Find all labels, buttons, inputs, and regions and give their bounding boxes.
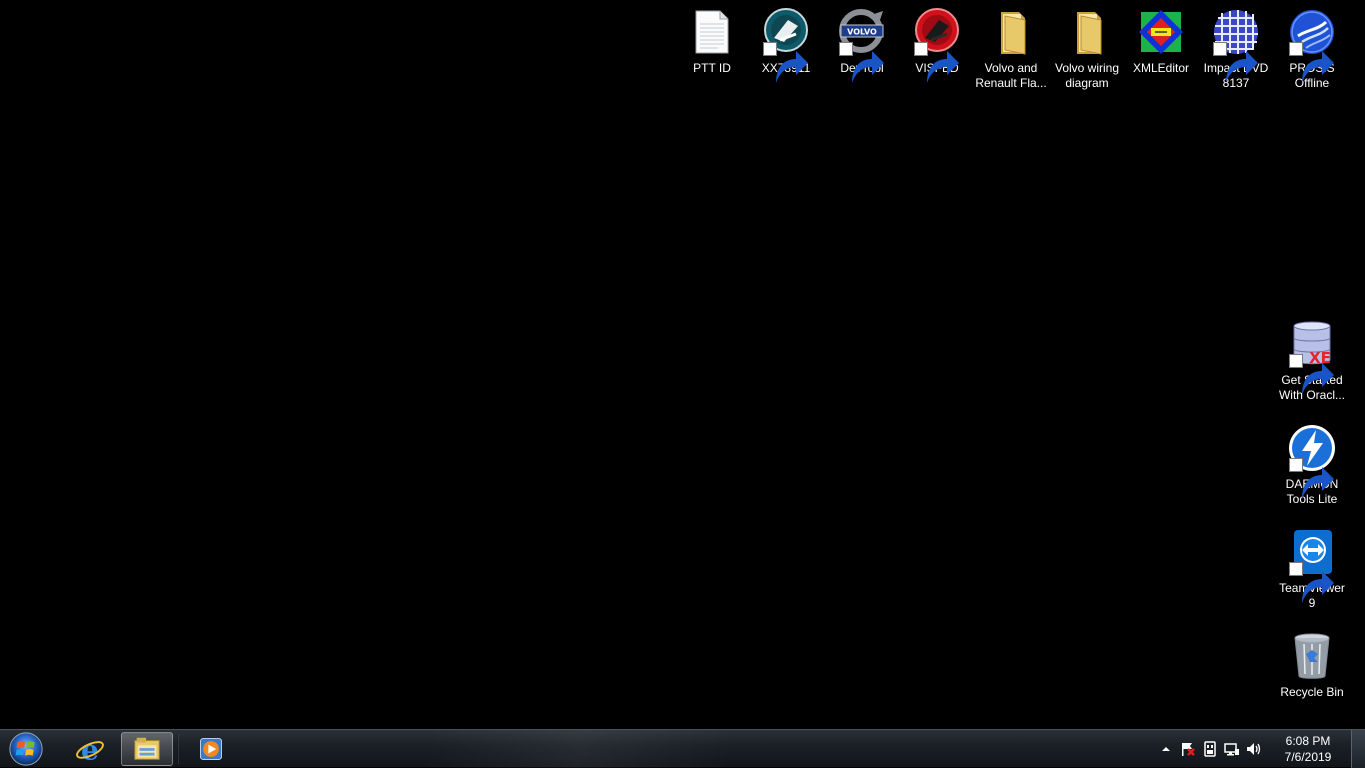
taskbar-separator <box>177 734 179 764</box>
desktop-icon-label: PTT ID <box>693 61 731 75</box>
desktop-icon-label: Recycle Bin <box>1280 685 1344 699</box>
desktop-icon-xmleditor[interactable]: XMLEditor <box>1123 8 1199 76</box>
daemon-tools-icon <box>1288 424 1336 499</box>
text-file-icon <box>688 8 736 56</box>
shortcut-arrow-icon <box>1289 458 1334 499</box>
internet-explorer-icon: e <box>76 734 104 764</box>
start-button[interactable] <box>6 731 46 767</box>
recycle-bin-icon <box>1288 632 1336 680</box>
desktop-icon-teamviewer[interactable]: TeamViewer 9 <box>1274 528 1350 611</box>
visfed-app-icon <box>913 8 961 83</box>
clock-time: 6:08 PM <box>1285 734 1331 748</box>
clock-date: 7/6/2019 <box>1284 750 1332 764</box>
taskbar-clock[interactable]: 6:08 PM 7/6/2019 <box>1273 733 1343 765</box>
impact-grid-icon <box>1212 8 1260 83</box>
shortcut-arrow-icon <box>1213 42 1258 83</box>
teamviewer-icon <box>1288 528 1336 603</box>
folder-icon <box>1063 8 1111 56</box>
desktop-icon-label: XMLEditor <box>1132 61 1190 75</box>
shortcut-arrow-icon <box>914 42 959 83</box>
desktop-icon-xx78911[interactable]: XX78911 <box>748 8 824 83</box>
shortcut-arrow-icon <box>839 42 884 83</box>
desktop[interactable]: PTT ID XX78911 VOLVO <box>0 0 1365 729</box>
show-hidden-icons-arrow-icon <box>1162 747 1170 751</box>
tray-volume[interactable] <box>1243 738 1265 760</box>
tray-usb-device[interactable] <box>1199 738 1221 760</box>
desktop-icon-visfed[interactable]: VISFED <box>899 8 975 83</box>
desktop-icon-volvo-renault[interactable]: Volvo and Renault Fla... <box>973 8 1049 91</box>
taskbar-media-player[interactable] <box>185 732 237 766</box>
desktop-icon-oracle[interactable]: XE Get Started With Oracl... <box>1274 320 1350 403</box>
shortcut-arrow-icon <box>1289 354 1334 395</box>
windows-start-orb-icon <box>9 732 43 766</box>
usb-device-icon <box>1204 741 1216 757</box>
desktop-icon-daemon-tools[interactable]: DAEMON Tools Lite <box>1274 424 1350 507</box>
desktop-icon-impact-dvd[interactable]: Impact DVD 8137 <box>1198 8 1274 91</box>
desktop-icon-devtool[interactable]: VOLVO DevTool <box>824 8 900 83</box>
xml-editor-icon <box>1137 8 1185 56</box>
media-player-icon <box>200 738 222 760</box>
svg-text:e: e <box>81 734 99 764</box>
show-hidden-icons-button[interactable] <box>1155 738 1177 760</box>
prosis-icon <box>1288 8 1336 83</box>
folder-icon <box>987 8 1035 56</box>
tray-network[interactable] <box>1221 738 1243 760</box>
volvo-logo-icon: VOLVO <box>838 8 886 83</box>
shortcut-arrow-icon <box>1289 562 1334 603</box>
volume-icon <box>1247 743 1261 755</box>
desktop-icon-ptt-id[interactable]: PTT ID <box>674 8 750 76</box>
network-icon <box>1224 743 1239 756</box>
shortcut-arrow-icon <box>763 42 808 83</box>
show-desktop-button[interactable] <box>1351 730 1365 768</box>
taskbar: e 6:08 PM 7/6/2019 <box>0 729 1365 768</box>
desktop-icon-volvo-wiring[interactable]: Volvo wiring diagram <box>1049 8 1125 91</box>
xx-app-icon <box>762 8 810 83</box>
system-tray: 6:08 PM 7/6/2019 <box>1155 730 1365 768</box>
desktop-icon-label: Volvo wiring diagram <box>1054 61 1120 90</box>
flag-warning-icon <box>1182 743 1195 756</box>
tray-action-center[interactable] <box>1177 738 1199 760</box>
desktop-icon-recycle-bin[interactable]: Recycle Bin <box>1274 632 1350 700</box>
taskbar-internet-explorer[interactable]: e <box>64 732 116 766</box>
oracle-database-icon: XE <box>1288 320 1336 395</box>
svg-text:VOLVO: VOLVO <box>847 28 877 37</box>
file-explorer-icon <box>134 737 160 760</box>
taskbar-windows-explorer[interactable] <box>121 732 173 766</box>
taskbar-sheen <box>430 730 730 768</box>
shortcut-arrow-icon <box>1289 42 1334 83</box>
desktop-icon-label: Volvo and Renault Fla... <box>975 61 1047 90</box>
desktop-icon-prosis[interactable]: PROSIS Offline <box>1274 8 1350 91</box>
